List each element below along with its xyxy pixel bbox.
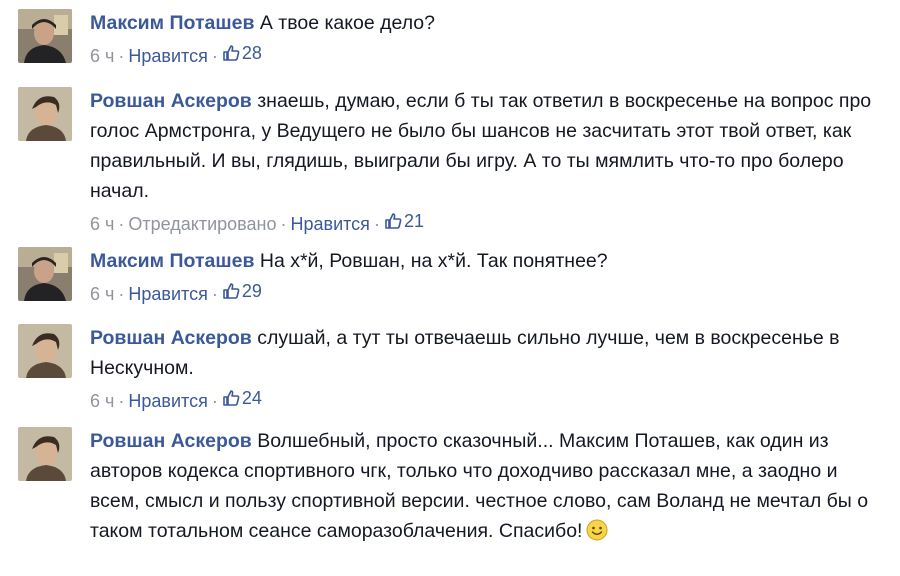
- comment-meta: 6 ч · Нравится · 24: [90, 385, 890, 414]
- avatar[interactable]: [18, 87, 72, 141]
- separator: ·: [118, 214, 125, 234]
- comment-thread: Максим Поташев А твое какое дело? 6 ч · Нр…: [0, 0, 900, 576]
- comment-timestamp[interactable]: 6 ч: [90, 46, 114, 66]
- comment-meta: 6 ч · Нравится · 29: [90, 278, 890, 307]
- avatar[interactable]: [18, 247, 72, 301]
- comment-meta: 6 ч · Нравится · 28: [90, 40, 890, 69]
- comment: Ровшан Аскеров Волшебный, просто сказочн…: [18, 426, 890, 550]
- like-button[interactable]: Нравится: [128, 391, 207, 411]
- comment-meta: 6 ч · Отредактировано · Нравится · 21: [90, 208, 890, 237]
- separator: ·: [373, 214, 380, 234]
- like-button[interactable]: Нравится: [128, 284, 207, 304]
- comment: Ровшан Аскеров знаешь, думаю, если б ты …: [18, 86, 890, 237]
- separator: ·: [118, 284, 125, 304]
- separator: ·: [118, 46, 125, 66]
- like-count[interactable]: 21: [384, 208, 424, 234]
- comment-timestamp[interactable]: 6 ч: [90, 214, 114, 234]
- separator: ·: [211, 46, 218, 66]
- author-name[interactable]: Ровшан Аскеров: [90, 430, 252, 452]
- separator: ·: [211, 391, 218, 411]
- separator: ·: [280, 214, 287, 234]
- thumbs-up-icon: [223, 45, 240, 61]
- like-count[interactable]: 29: [222, 278, 262, 304]
- avatar[interactable]: [18, 427, 72, 481]
- comment: Максим Поташев А твое какое дело? 6 ч · Нр…: [18, 8, 890, 69]
- comment-text: А твое какое дело?: [259, 12, 435, 34]
- author-name[interactable]: Максим Поташев: [90, 12, 254, 34]
- thumbs-up-icon: [385, 213, 402, 229]
- comment-text: На х*й, Ровшан, на х*й. Так понятнее?: [259, 250, 608, 272]
- like-count[interactable]: 24: [222, 385, 262, 411]
- like-button[interactable]: Нравится: [128, 46, 207, 66]
- smiley-face-icon: [586, 519, 608, 550]
- like-count[interactable]: 28: [222, 40, 262, 66]
- avatar[interactable]: [18, 324, 72, 378]
- author-name[interactable]: Ровшан Аскеров: [90, 327, 252, 349]
- comment: Максим Поташев На х*й, Ровшан, на х*й. Т…: [18, 246, 890, 307]
- author-name[interactable]: Максим Поташев: [90, 250, 254, 272]
- comment-timestamp[interactable]: 6 ч: [90, 284, 114, 304]
- avatar[interactable]: [18, 9, 72, 63]
- separator: ·: [211, 284, 218, 304]
- edited-label[interactable]: Отредактировано: [128, 214, 276, 234]
- separator: ·: [118, 391, 125, 411]
- thumbs-up-icon: [223, 283, 240, 299]
- comment: Ровшан Аскеров слушай, а тут ты отвечаеш…: [18, 323, 890, 414]
- comment-timestamp[interactable]: 6 ч: [90, 391, 114, 411]
- thumbs-up-icon: [223, 390, 240, 406]
- author-name[interactable]: Ровшан Аскеров: [90, 90, 252, 112]
- like-button[interactable]: Нравится: [291, 214, 370, 234]
